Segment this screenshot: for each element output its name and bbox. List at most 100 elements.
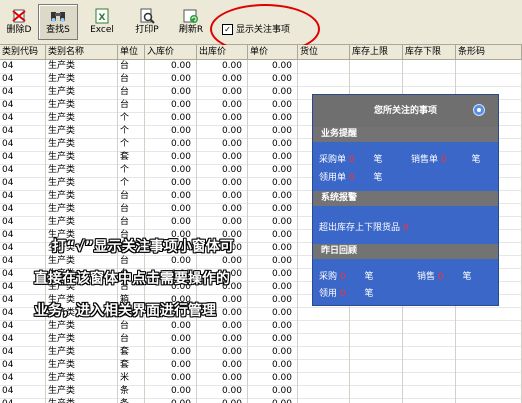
reminder-purchase-count[interactable]: 0 [349, 155, 355, 165]
cell-unit[interactable]: 台 [118, 320, 145, 333]
cell-unit-price[interactable]: 0.00 [248, 73, 298, 86]
cell-stock-max[interactable] [350, 307, 403, 320]
header-stock-max[interactable]: 库存上限 [350, 45, 403, 59]
cell-stock-max[interactable] [350, 73, 403, 86]
review-purchase-count[interactable]: 0 [340, 272, 346, 282]
review-sales-label[interactable]: 销售 [417, 272, 435, 282]
cell-unit-price[interactable]: 0.00 [248, 229, 298, 242]
cell-category-code[interactable]: 04 [0, 333, 46, 346]
cell-category-name[interactable]: 生产类 [46, 255, 118, 268]
cell-stock-max[interactable] [350, 60, 403, 73]
cell-unit[interactable]: 个 [118, 164, 145, 177]
cell-out-price[interactable]: 0.00 [197, 320, 248, 333]
cell-category-code[interactable]: 04 [0, 320, 46, 333]
cell-stock-min[interactable] [403, 307, 456, 320]
cell-category-code[interactable]: 04 [0, 385, 46, 398]
cell-category-name[interactable]: 生产类 [46, 138, 118, 151]
header-location[interactable]: 货位 [298, 45, 350, 59]
cell-unit[interactable]: 套 [118, 151, 145, 164]
cell-in-price[interactable]: 0.00 [145, 177, 197, 190]
cell-unit-price[interactable]: 0.00 [248, 203, 298, 216]
cell-category-name[interactable]: 生产类 [46, 320, 118, 333]
cell-unit-price[interactable]: 0.00 [248, 216, 298, 229]
cell-stock-max[interactable] [350, 333, 403, 346]
cell-category-code[interactable]: 04 [0, 190, 46, 203]
refresh-button[interactable]: 刷新R [172, 4, 210, 40]
header-category-name[interactable]: 类别名称 [46, 45, 118, 59]
reminder-sales-label[interactable]: 销售单 [411, 155, 438, 165]
cell-out-price[interactable]: 0.00 [197, 190, 248, 203]
cell-location[interactable] [298, 398, 350, 403]
cell-barcode[interactable] [456, 60, 522, 73]
header-category-code[interactable]: 类别代码 [0, 45, 46, 59]
table-row[interactable]: 04 生产类台 0.00 0.00 0.00 [0, 333, 522, 347]
cell-unit-price[interactable]: 0.00 [248, 151, 298, 164]
cell-stock-max[interactable] [350, 398, 403, 403]
cell-unit-price[interactable]: 0.00 [248, 242, 298, 255]
cell-unit-price[interactable]: 0.00 [248, 255, 298, 268]
cell-unit-price[interactable]: 0.00 [248, 112, 298, 125]
cell-barcode[interactable] [456, 320, 522, 333]
cell-out-price[interactable]: 0.00 [197, 255, 248, 268]
cell-stock-min[interactable] [403, 60, 456, 73]
cell-stock-min[interactable] [403, 398, 456, 403]
cell-in-price[interactable]: 0.00 [145, 73, 197, 86]
reminder-requisition-label[interactable]: 领用单 [319, 173, 346, 183]
cell-unit[interactable]: 个 [118, 177, 145, 190]
reminder-requisition-count[interactable]: 0 [349, 173, 355, 183]
header-barcode[interactable]: 条形码 [456, 45, 522, 59]
cell-category-code[interactable]: 04 [0, 86, 46, 99]
cell-category-code[interactable]: 04 [0, 73, 46, 86]
cell-unit[interactable]: 台 [118, 333, 145, 346]
cell-unit-price[interactable]: 0.00 [248, 268, 298, 281]
cell-category-name[interactable]: 生产类 [46, 359, 118, 372]
cell-unit-price[interactable]: 0.00 [248, 99, 298, 112]
cell-unit-price[interactable]: 0.00 [248, 307, 298, 320]
cell-category-name[interactable]: 生产类 [46, 73, 118, 86]
cell-category-code[interactable]: 04 [0, 112, 46, 125]
cell-in-price[interactable]: 0.00 [145, 216, 197, 229]
cell-out-price[interactable]: 0.00 [197, 112, 248, 125]
cell-category-code[interactable]: 04 [0, 229, 46, 242]
cell-out-price[interactable]: 0.00 [197, 86, 248, 99]
cell-out-price[interactable]: 0.00 [197, 346, 248, 359]
cell-unit-price[interactable]: 0.00 [248, 138, 298, 151]
cell-stock-max[interactable] [350, 385, 403, 398]
cell-stock-min[interactable] [403, 333, 456, 346]
cell-location[interactable] [298, 359, 350, 372]
review-sales-item[interactable]: 销售 0 笔 [417, 269, 472, 282]
cell-in-price[interactable]: 0.00 [145, 385, 197, 398]
review-requisition-count[interactable]: 0 [340, 289, 346, 299]
cell-category-name[interactable]: 生产类 [46, 99, 118, 112]
cell-unit-price[interactable]: 0.00 [248, 60, 298, 73]
cell-out-price[interactable]: 0.00 [197, 151, 248, 164]
cell-unit-price[interactable]: 0.00 [248, 346, 298, 359]
cell-category-name[interactable]: 生产类 [46, 164, 118, 177]
cell-stock-min[interactable] [403, 320, 456, 333]
cell-location[interactable] [298, 385, 350, 398]
review-purchase-label[interactable]: 采购 [319, 272, 337, 282]
cell-barcode[interactable] [456, 307, 522, 320]
cell-barcode[interactable] [456, 359, 522, 372]
cell-category-code[interactable]: 04 [0, 346, 46, 359]
cell-category-name[interactable]: 生产类 [46, 112, 118, 125]
cell-unit[interactable]: 台 [118, 73, 145, 86]
cell-unit[interactable]: 台 [118, 60, 145, 73]
cell-out-price[interactable]: 0.00 [197, 385, 248, 398]
cell-category-name[interactable]: 生产类 [46, 333, 118, 346]
table-row[interactable]: 04 生产类套 0.00 0.00 0.00 [0, 346, 522, 360]
cell-in-price[interactable]: 0.00 [145, 112, 197, 125]
cell-barcode[interactable] [456, 372, 522, 385]
cell-out-price[interactable]: 0.00 [197, 359, 248, 372]
review-sales-count[interactable]: 0 [438, 272, 444, 282]
cell-unit[interactable]: 台 [118, 99, 145, 112]
cell-unit-price[interactable]: 0.00 [248, 385, 298, 398]
reminder-requisition-item[interactable]: 领用单 0 笔 [319, 170, 383, 183]
cell-out-price[interactable]: 0.00 [197, 203, 248, 216]
cell-unit[interactable]: 台 [118, 203, 145, 216]
cell-unit[interactable]: 台 [118, 255, 145, 268]
cell-unit[interactable]: 米 [118, 372, 145, 385]
cell-category-code[interactable]: 04 [0, 242, 46, 255]
cell-barcode[interactable] [456, 333, 522, 346]
cell-location[interactable] [298, 346, 350, 359]
